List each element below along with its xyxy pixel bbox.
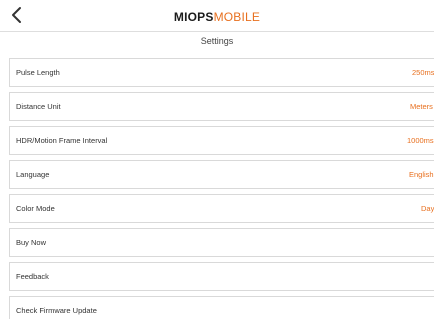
setting-label: Feedback: [16, 272, 49, 281]
setting-value: 1000ms: [407, 136, 434, 145]
page-title: Settings: [200, 36, 234, 46]
setting-value: Day: [421, 204, 434, 213]
setting-label: Distance Unit: [16, 102, 61, 111]
setting-row-language[interactable]: Language English: [9, 160, 434, 189]
setting-label: HDR/Motion Frame Interval: [16, 136, 108, 145]
setting-label: Buy Now: [16, 238, 47, 247]
settings-screen: MIOPSMOBILE Settings Pulse Length 250ms …: [0, 0, 434, 319]
setting-row-color-mode[interactable]: Color Mode Day: [9, 194, 434, 223]
setting-label: Check Firmware Update: [16, 306, 97, 315]
setting-value: 250ms: [412, 68, 434, 77]
setting-row-distance-unit[interactable]: Distance Unit Meters: [9, 92, 434, 121]
setting-label: Color Mode: [16, 204, 55, 213]
app-logo: MIOPSMOBILE: [0, 10, 434, 24]
setting-value: English: [409, 170, 434, 179]
setting-label: Pulse Length: [16, 68, 60, 77]
setting-value: Meters: [410, 102, 433, 111]
setting-row-hdr-motion-frame-interval[interactable]: HDR/Motion Frame Interval 1000ms: [9, 126, 434, 155]
brand-name-bold: MIOPS: [173, 10, 214, 24]
setting-row-check-firmware-update[interactable]: Check Firmware Update: [9, 296, 434, 319]
setting-row-pulse-length[interactable]: Pulse Length 250ms: [9, 58, 434, 87]
brand-name-light: MOBILE: [213, 10, 261, 24]
setting-row-buy-now[interactable]: Buy Now: [9, 228, 434, 257]
setting-label: Language: [16, 170, 50, 179]
setting-row-feedback[interactable]: Feedback: [9, 262, 434, 291]
navigation-bar: MIOPSMOBILE: [0, 0, 434, 32]
